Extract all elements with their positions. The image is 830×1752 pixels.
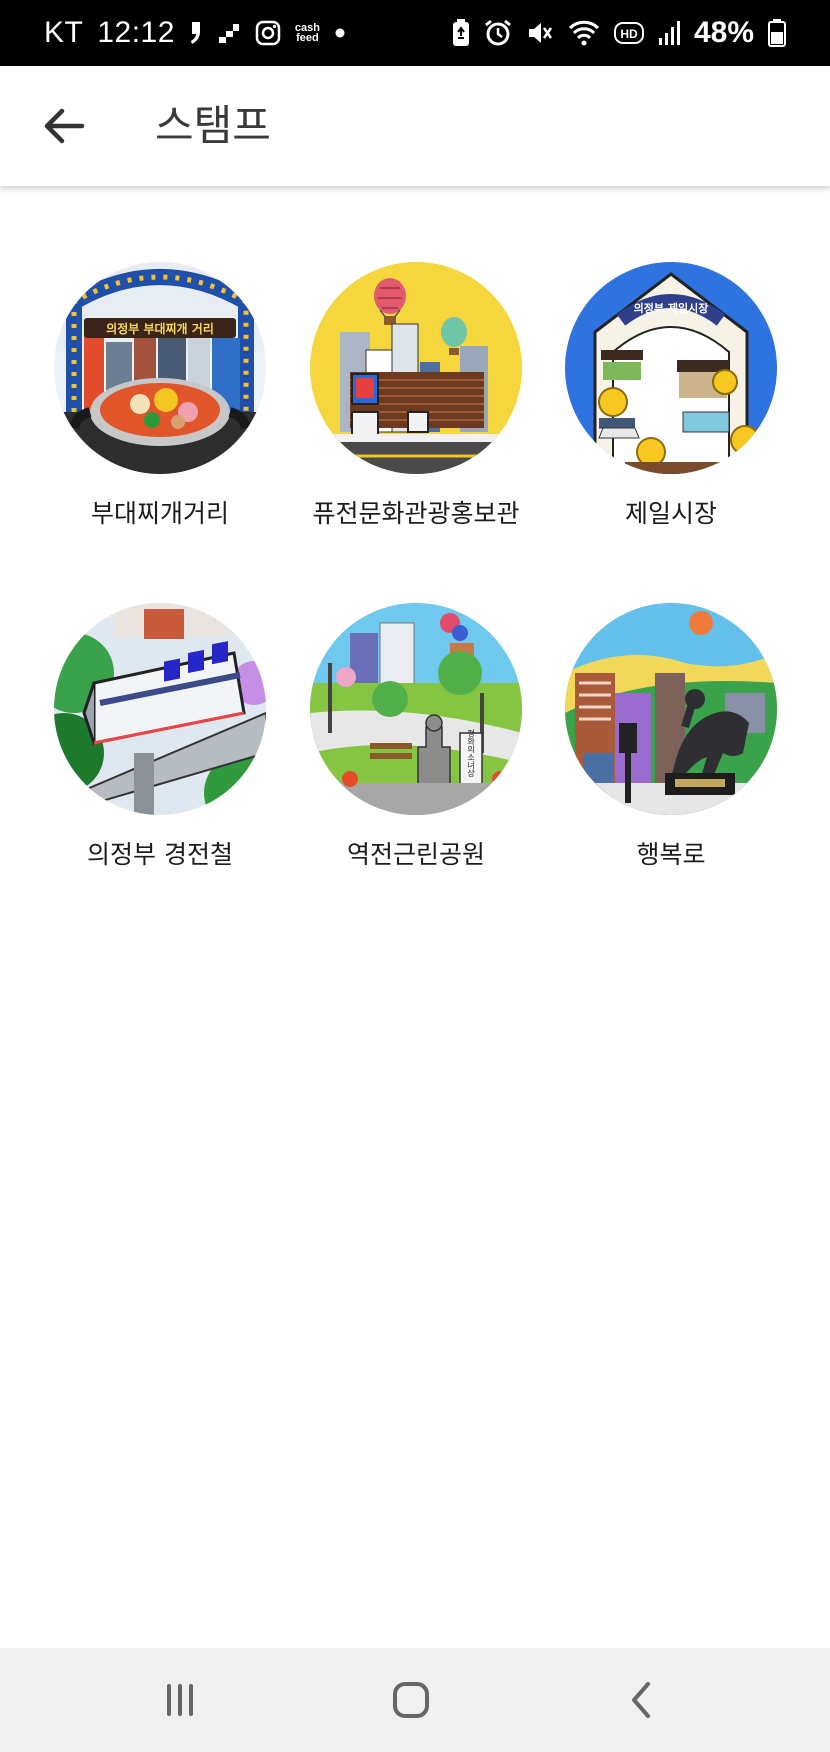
arrow-left-icon — [44, 108, 85, 144]
stamp-item-station-park[interactable]: 평화의소녀상 역전근린공원 — [291, 603, 541, 871]
stamp-image-station-park[interactable]: 평화의소녀상 — [310, 603, 522, 815]
app-bar: 스탬프 — [0, 66, 830, 186]
statue-plaque-text: 평화의소녀상 — [466, 728, 475, 777]
back-nav-button[interactable] — [612, 1670, 672, 1730]
stamp-label: 제일시장 — [624, 499, 717, 528]
stamp-image-haengbok-ro[interactable] — [565, 603, 777, 815]
page-title: 스탬프 — [155, 101, 271, 150]
stamp-image-fusion-culture[interactable] — [310, 262, 522, 474]
stairs-app-icon — [217, 18, 241, 48]
recents-button[interactable] — [150, 1670, 210, 1730]
battery-icon — [768, 18, 786, 48]
hd-icon: HD — [613, 18, 644, 48]
stamp-label: 역전근린공원 — [346, 840, 485, 869]
jeil-banner-text: 의정부 제일시장 — [634, 301, 709, 315]
cash-feed-icon: cash feed — [295, 18, 320, 48]
dot-icon — [334, 18, 346, 48]
mute-icon — [526, 18, 554, 48]
clock: 12:12 — [97, 16, 175, 49]
back-button[interactable] — [34, 96, 94, 156]
system-nav-bar — [0, 1648, 830, 1752]
home-icon — [393, 1682, 429, 1718]
stamp-label: 퓨전문화관광홍보관 — [312, 499, 520, 528]
stamp-image-jeil-market[interactable]: 의정부 제일시장 — [565, 262, 777, 474]
signal-icon — [658, 18, 680, 48]
stamp-item-light-rail[interactable]: 의정부 경전철 — [35, 603, 285, 871]
carrier-label: KT — [44, 16, 84, 49]
notification-icon — [189, 18, 203, 48]
battery-saver-icon — [452, 18, 470, 48]
stamp-label: 부대찌개거리 — [90, 499, 229, 528]
stamp-item-fusion-culture[interactable]: 퓨전문화관광홍보관 — [291, 262, 541, 530]
stamp-label: 행복로 — [636, 840, 706, 869]
budae-banner-text: 의정부 부대찌개 거리 — [106, 321, 214, 336]
status-bar-right: HD 48% — [452, 16, 786, 50]
wifi-icon — [568, 18, 600, 48]
alarm-icon — [484, 18, 512, 48]
stamp-label: 의정부 경전철 — [87, 840, 233, 869]
cash-feed-line2: feed — [296, 32, 319, 44]
stamp-image-budae-jjigae[interactable]: 의정부 부대찌개 거리 — [54, 262, 266, 474]
instagram-icon — [255, 18, 281, 48]
status-bar: KT 12:12 cash feed HD 48% — [0, 0, 830, 66]
home-button[interactable] — [381, 1670, 441, 1730]
stamp-item-haengbok-ro[interactable]: 행복로 — [546, 603, 796, 871]
recents-icon — [167, 1684, 193, 1716]
hd-badge: HD — [620, 27, 638, 41]
stamp-item-budae-jjigae[interactable]: 의정부 부대찌개 거리 부대찌개거리 — [35, 262, 285, 530]
stamp-image-light-rail[interactable] — [54, 603, 266, 815]
stamp-item-jeil-market[interactable]: 의정부 제일시장 제일시장 — [546, 262, 796, 530]
battery-percent: 48% — [693, 16, 754, 49]
status-bar-left: KT 12:12 cash feed — [44, 16, 346, 50]
back-icon — [632, 1682, 650, 1718]
